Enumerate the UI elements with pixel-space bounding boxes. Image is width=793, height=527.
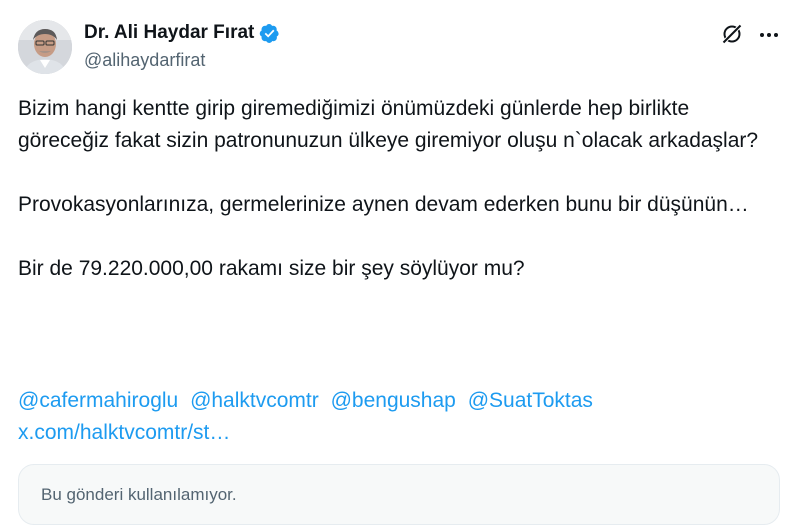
avatar-image <box>18 20 72 74</box>
mention-link[interactable]: @SuatToktas <box>468 389 593 412</box>
verified-badge-icon[interactable] <box>259 23 280 44</box>
tweet-text: Bizim hangi kentte girip giremediğimizi … <box>18 93 778 285</box>
tweet-paragraph: Provokasyonlarınıza, germelerinize aynen… <box>18 193 749 216</box>
tweet-paragraph: Bir de 79.220.000,00 rakamı size bir şey… <box>18 257 525 280</box>
tweet: Dr. Ali Haydar Fırat @alihaydarfirat Biz… <box>0 0 793 527</box>
tweet-url-link[interactable]: x.com/halktvcomtr/st… <box>18 421 230 444</box>
mention-link[interactable]: @bengushap <box>331 389 456 412</box>
quoted-post-unavailable-text: Bu gönderi kullanılamıyor. <box>41 484 237 504</box>
quoted-post-unavailable[interactable]: Bu gönderi kullanılamıyor. <box>18 464 780 525</box>
author-name-row: Dr. Ali Haydar Fırat <box>84 21 280 45</box>
url-line: x.com/halktvcomtr/st… <box>18 417 230 449</box>
mentions-line: @cafermahiroglu @halktvcomtr @bengushap … <box>18 385 778 417</box>
author-display-name[interactable]: Dr. Ali Haydar Fırat <box>84 21 254 45</box>
tweet-paragraph: Bizim hangi kentte girip giremediğimizi … <box>18 97 759 152</box>
avatar[interactable] <box>18 20 72 74</box>
author-handle[interactable]: @alihaydarfirat <box>84 49 205 71</box>
more-options-icon[interactable] <box>757 23 781 47</box>
grok-icon[interactable] <box>720 22 744 46</box>
mention-link[interactable]: @halktvcomtr <box>190 389 319 412</box>
mention-link[interactable]: @cafermahiroglu <box>18 389 178 412</box>
